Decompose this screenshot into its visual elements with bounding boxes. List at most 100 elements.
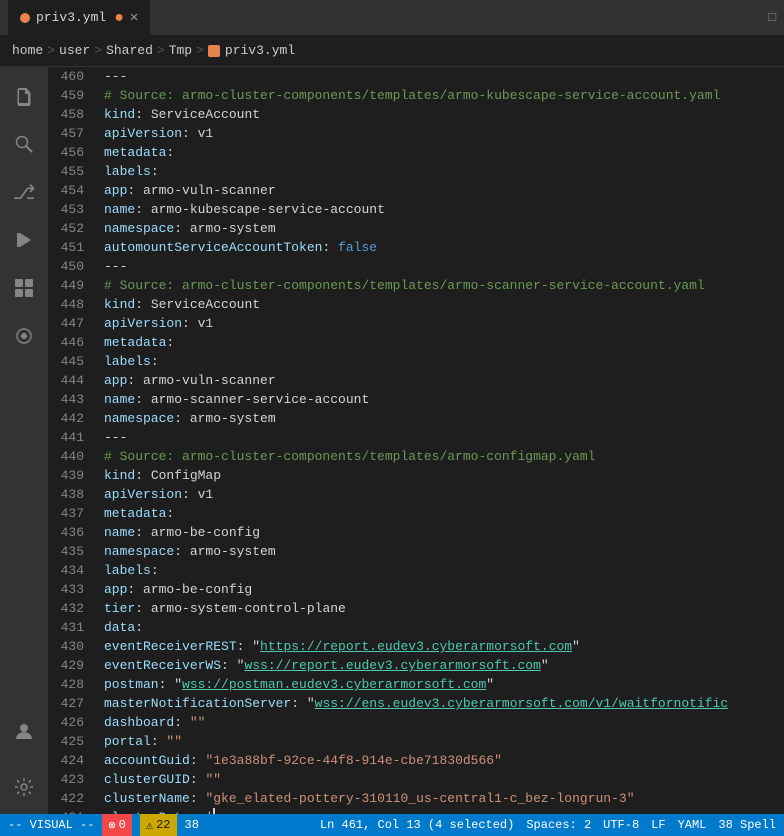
activity-source-control[interactable]: ⎇ [0,171,48,219]
line-number: 440 [48,447,84,466]
code-line: # Source: armo-cluster-components/templa… [104,86,784,105]
tab-label: priv3.yml [36,10,106,25]
code-area[interactable]: 4604594584574564554544534524514504494484… [48,67,784,814]
line-number: 432 [48,599,84,618]
line-number: 422 [48,789,84,808]
code-line: metadata: [104,143,784,162]
activity-account[interactable] [0,710,48,758]
code-line: clusterName: "gke_elated-pottery-310110_… [104,789,784,808]
code-line: app: armo-be-config [104,580,784,599]
code-line: apiVersion: v1 [104,485,784,504]
activity-source[interactable] [0,315,48,363]
line-number: 430 [48,637,84,656]
code-line: namespace: armo-system [104,409,784,428]
line-numbers: 4604594584574564554544534524514504494484… [48,67,96,814]
status-position[interactable]: Ln 461, Col 13 (4 selected) [320,818,514,832]
code-line: --- [104,428,784,447]
code-line: apiVersion: v1 [104,124,784,143]
activity-run[interactable] [0,219,48,267]
spell-label: 38 Spell [718,818,776,832]
code-line: namespace: armo-system [104,219,784,238]
breadcrumb-sep-1: > [47,43,55,58]
editor[interactable]: 4604594584574564554544534524514504494484… [48,67,784,814]
account-icon [13,720,35,748]
code-line: kind: ConfigMap [104,466,784,485]
code-line: dashboard: "" [104,713,784,732]
breadcrumb-tmp[interactable]: Tmp [169,43,192,58]
error-icon: ⊗ [108,818,115,833]
line-number: 456 [48,143,84,162]
activity-files[interactable] [0,75,48,123]
breadcrumb-sep-3: > [157,43,165,58]
line-number: 433 [48,580,84,599]
code-line: eventReceiverWS: "wss://report.eudev3.cy… [104,656,784,675]
code-line: # Source: armo-cluster-components/templa… [104,276,784,295]
position-label: Ln 461, Col 13 (4 selected) [320,818,514,832]
warning-count: 22 [156,818,170,832]
status-info[interactable]: 38 [185,818,199,832]
source-control-icon: ⎇ [12,185,35,205]
activity-extensions[interactable] [0,267,48,315]
code-line: namespace: armo-system [104,542,784,561]
breadcrumb-shared[interactable]: Shared [106,43,153,58]
line-number: 443 [48,390,84,409]
line-number: 455 [48,162,84,181]
line-number: 444 [48,371,84,390]
line-number: 448 [48,295,84,314]
line-number: 429 [48,656,84,675]
line-number: 457 [48,124,84,143]
tab-file-icon [20,13,30,23]
extensions-icon [13,277,35,305]
warning-icon: ⚠ [146,818,153,833]
code-line: metadata: [104,504,784,523]
error-count: 0 [119,818,126,832]
active-tab[interactable]: priv3.yml ● ✕ [8,0,150,35]
code-line: apiVersion: v1 [104,314,784,333]
breadcrumb-user[interactable]: user [59,43,90,58]
activity-search[interactable] [0,123,48,171]
code-line: eventReceiverREST: "https://report.eudev… [104,637,784,656]
status-encoding[interactable]: UTF-8 [603,818,639,832]
status-line-ending[interactable]: LF [651,818,665,832]
breadcrumb-home[interactable]: home [12,43,43,58]
code-line: # Source: armo-cluster-components/templa… [104,447,784,466]
status-branch[interactable]: -- VISUAL -- [8,818,94,832]
breadcrumb-sep-2: > [94,43,102,58]
settings-icon [13,776,35,804]
code-line: kind: ServiceAccount [104,295,784,314]
line-ending-label: LF [651,818,665,832]
tab-group: priv3.yml ● ✕ [8,0,150,35]
tab-close-button[interactable]: ✕ [130,9,138,26]
run-icon [13,229,35,257]
line-number: 460 [48,67,84,86]
code-line: accountGuid: "1e3a88bf-92ce-44f8-914e-cb… [104,751,784,770]
code-line: metadata: [104,333,784,352]
tab-modified-dot: ● [114,9,124,27]
code-line: automountServiceAccountToken: false [104,238,784,257]
activity-settings[interactable] [0,766,48,814]
line-number: 453 [48,200,84,219]
code-line: name: armo-kubescape-service-account [104,200,784,219]
breadcrumb: home > user > Shared > Tmp > priv3.yml [0,35,784,67]
code-line: masterNotificationServer: "wss://ens.eud… [104,694,784,713]
maximize-icon[interactable]: □ [768,10,776,25]
line-number: 438 [48,485,84,504]
code-line: tier: armo-system-control-plane [104,599,784,618]
status-spell[interactable]: 38 Spell [718,818,776,832]
code-line: --- [104,257,784,276]
status-errors[interactable]: ⊗ 0 [102,814,131,836]
line-number: 434 [48,561,84,580]
line-number: 435 [48,542,84,561]
status-language[interactable]: YAML [678,818,707,832]
line-number: 442 [48,409,84,428]
breadcrumb-file[interactable]: priv3.yml [208,43,295,58]
activity-bar: ⎇ [0,67,48,814]
line-number: 446 [48,333,84,352]
code-content[interactable]: ---# Source: armo-cluster-components/tem… [96,67,784,814]
status-bar: -- VISUAL -- ⊗ 0 ⚠ 22 38 Ln 461, Col 13 … [0,814,784,836]
status-spaces[interactable]: Spaces: 2 [526,818,591,832]
status-warnings[interactable]: ⚠ 22 [140,814,177,836]
encoding-label: UTF-8 [603,818,639,832]
remote-icon [13,325,35,353]
line-number: 445 [48,352,84,371]
